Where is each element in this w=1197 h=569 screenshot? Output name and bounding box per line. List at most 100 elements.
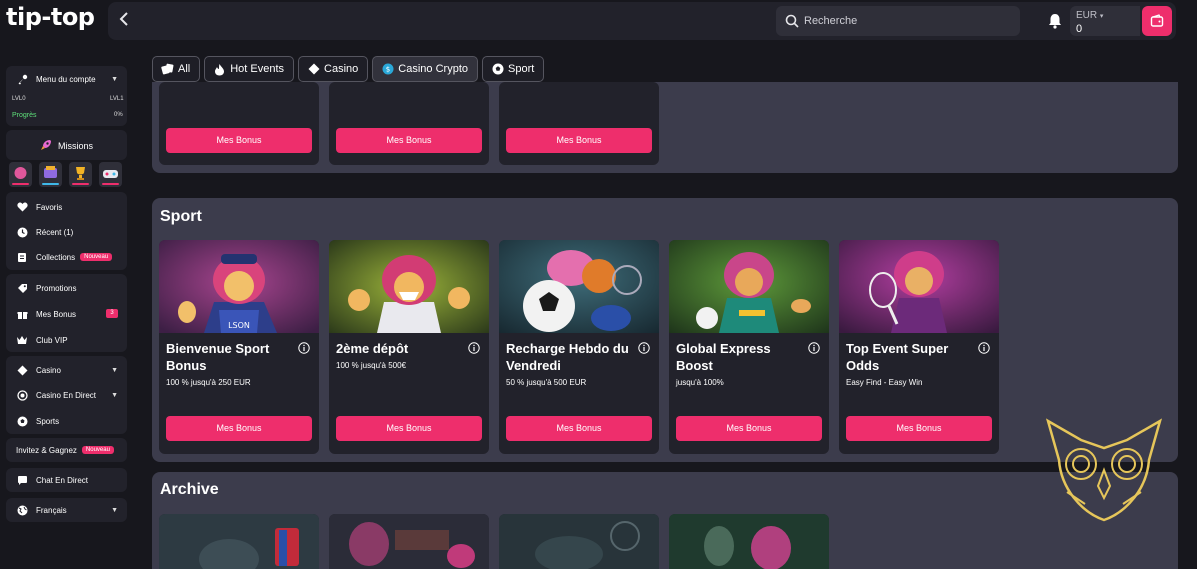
heart-icon [16, 201, 28, 213]
games-box: Casino ▼ Casino En Direct ▼ Sports [6, 356, 127, 434]
filter-hot-events[interactable]: Hot Events [204, 56, 295, 82]
top-bar: tip-top EUR ▾ 0 [0, 0, 1197, 42]
sidebar-item-invite[interactable]: Invitez & Gagnez Nouveau [16, 443, 124, 457]
archive-image [499, 514, 659, 569]
chat-box[interactable]: Chat En Direct [6, 468, 127, 492]
sidebar-item-mes-bonus[interactable]: Mes Bonus 3 [16, 307, 124, 321]
invite-box[interactable]: Invitez & Gagnez Nouveau [6, 438, 127, 462]
flame-icon [213, 63, 226, 76]
svg-text:LSON: LSON [228, 321, 250, 330]
sidebar-item-casino[interactable]: Casino ▼ [16, 363, 124, 377]
owl-logo-watermark [1045, 418, 1163, 522]
search-icon [785, 14, 799, 28]
bonus-card[interactable]: 2ème dépôt 100 % jusqu'à 500€ Mes Bonus [329, 240, 489, 454]
gift-icon [16, 308, 28, 320]
mes-bonus-button[interactable]: Mes Bonus [506, 416, 652, 441]
archive-card[interactable] [159, 514, 319, 569]
archive-card[interactable] [329, 514, 489, 569]
balance-value: 0 [1076, 23, 1083, 35]
bonus-title: Bienvenue Sport Bonus [166, 341, 270, 373]
sidebar-item-sports[interactable]: Sports [16, 414, 124, 428]
filter-label: Casino [324, 63, 359, 75]
filter-label: Sport [508, 63, 535, 75]
sidebar-item-recent[interactable]: Récent (1) [16, 225, 124, 239]
bonus-title: 2ème dépôt [336, 341, 409, 356]
wallet-button[interactable] [1142, 6, 1172, 36]
bonus-card[interactable]: Recharge Hebdo du Vendredi 50 % jusqu'à … [499, 240, 659, 454]
archive-card[interactable] [499, 514, 659, 569]
mes-bonus-button[interactable]: Mes Bonus [336, 416, 482, 441]
mission-tile[interactable] [9, 162, 32, 187]
mes-bonus-button[interactable]: Mes Bonus [336, 128, 482, 153]
progress-label: Progrès [12, 112, 37, 119]
bonus-count-badge: 3 [106, 309, 118, 318]
bonus-description: 100 % jusqu'à 500€ [336, 361, 407, 370]
bonus-description: 100 % jusqu'à 250 EUR [166, 378, 251, 387]
sidebar-item-club-vip[interactable]: Club VIP [16, 333, 124, 347]
filter-label: Hot Events [230, 63, 285, 75]
progress-value: 0% [114, 112, 123, 118]
level-current: LVL0 [12, 96, 26, 102]
new-badge: Nouveau [80, 253, 113, 261]
archive-card[interactable] [669, 514, 829, 569]
sidebar-item-label: Club VIP [36, 335, 68, 345]
bonus-card: Mes Bonus [159, 82, 319, 165]
sidebar-item-label: Mes Bonus [36, 309, 77, 319]
filter-sport[interactable]: Sport [482, 56, 545, 82]
tag-icon [16, 282, 28, 294]
chevron-down-icon: ▼ [111, 75, 118, 83]
bonus-card[interactable]: Global Express Boost jusqu'à 100% Mes Bo… [669, 240, 829, 454]
bonus-card[interactable]: LSON Bienvenue Sport Bonus 100 % jusqu'à… [159, 240, 319, 454]
mission-tile[interactable] [69, 162, 92, 187]
bonus-description: Easy Find - Easy Win [846, 378, 923, 387]
chevron-down-icon: ▼ [111, 366, 118, 374]
archive-section: Archive [152, 472, 1178, 569]
filter-casino-crypto[interactable]: $ Casino Crypto [372, 56, 478, 82]
sidebar-item-label: Collections [36, 252, 76, 262]
mes-bonus-button[interactable]: Mes Bonus [166, 416, 312, 441]
sport-section: Sport LSON Bienvenue Sport Bonus 100 % j… [152, 198, 1178, 462]
archive-image [669, 514, 829, 569]
search-box[interactable] [776, 6, 1020, 36]
info-icon[interactable] [298, 342, 310, 354]
account-menu[interactable]: Menu du compte ▼ [16, 72, 124, 86]
logo[interactable]: tip-top [6, 3, 95, 31]
info-icon[interactable] [468, 342, 480, 354]
chevron-down-icon: ▼ [111, 391, 118, 399]
currency-code: EUR [1076, 10, 1098, 21]
chevron-left-icon[interactable] [116, 12, 132, 30]
info-icon[interactable] [808, 342, 820, 354]
filter-all[interactable]: All [152, 56, 201, 82]
soccer-ball-icon [491, 63, 504, 76]
mes-bonus-button[interactable]: Mes Bonus [166, 128, 312, 153]
mes-bonus-button[interactable]: Mes Bonus [676, 416, 822, 441]
collections-icon [16, 251, 28, 263]
mission-tile[interactable] [99, 162, 122, 187]
sidebar-item-collections[interactable]: Collections Nouveau [16, 250, 124, 264]
mes-bonus-button[interactable]: Mes Bonus [846, 416, 992, 441]
category-filters: All Hot Events Casino $ Casino Crypto Sp… [152, 56, 548, 82]
rewards-box: Promotions Mes Bonus 3 Club VIP [6, 274, 127, 352]
language-label: Français [36, 505, 67, 515]
chevron-down-icon: ▼ [111, 506, 118, 514]
mission-tile[interactable] [39, 162, 62, 187]
language-box[interactable]: Français ▼ [6, 498, 127, 522]
missions-box[interactable]: Missions [6, 130, 127, 160]
crypto-coin-icon: $ [381, 63, 394, 76]
language-selector[interactable]: Français ▼ [16, 503, 124, 517]
sidebar-item-favoris[interactable]: Favoris [16, 200, 124, 214]
filter-casino[interactable]: Casino [298, 56, 369, 82]
sidebar-item-chat[interactable]: Chat En Direct [16, 473, 124, 487]
currency-selector[interactable]: EUR ▾ 0 [1070, 6, 1140, 36]
sidebar-item-label: Casino En Direct [36, 390, 97, 400]
info-icon[interactable] [978, 342, 990, 354]
bell-icon[interactable] [1046, 12, 1064, 30]
sidebar-item-casino-en-direct[interactable]: Casino En Direct ▼ [16, 388, 124, 402]
svg-text:$: $ [386, 66, 390, 74]
info-icon[interactable] [638, 342, 650, 354]
search-input[interactable] [804, 12, 1004, 30]
bonus-card[interactable]: Top Event Super Odds Easy Find - Easy Wi… [839, 240, 999, 454]
mes-bonus-button[interactable]: Mes Bonus [506, 128, 652, 153]
sidebar-item-promotions[interactable]: Promotions [16, 281, 124, 295]
sidebar-item-label: Chat En Direct [36, 475, 89, 485]
